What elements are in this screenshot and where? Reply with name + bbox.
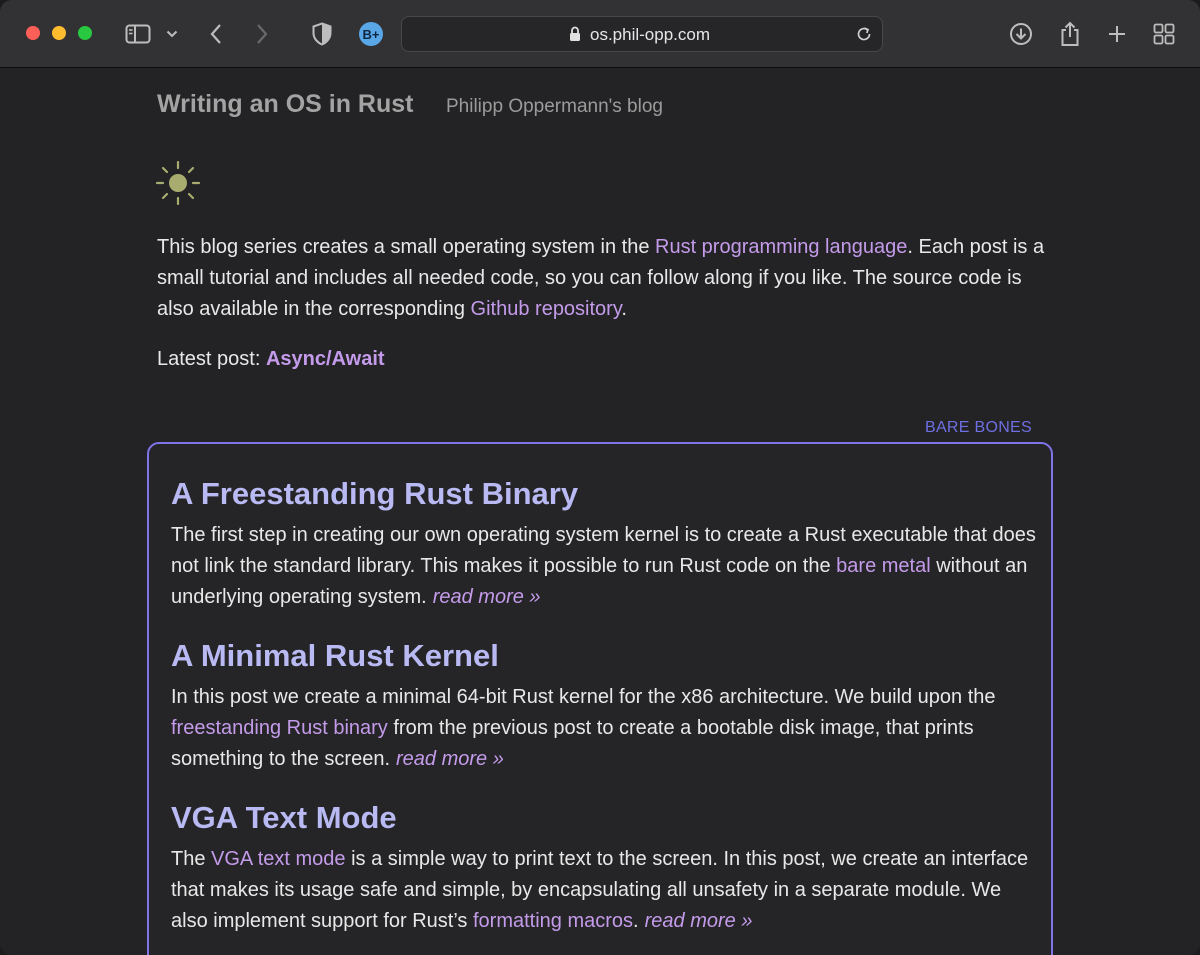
latest-post: Latest post: Async/Await (157, 348, 385, 371)
post-summary-text: The (171, 848, 212, 870)
minimize-window-button[interactable] (52, 26, 66, 40)
privacy-report-button[interactable] (306, 18, 338, 50)
post-title-link[interactable]: A Minimal Rust Kernel (171, 638, 499, 673)
post-item: VGA Text Mode The VGA text mode is a sim… (171, 798, 1036, 937)
intro-text: This blog series creates a small operati… (157, 236, 655, 258)
post-summary: The first step in creating our own opera… (171, 520, 1036, 613)
sidebar-icon (125, 24, 151, 44)
read-more-link[interactable]: read more » (433, 586, 541, 608)
web-page: Writing an OS in Rust Philipp Oppermann'… (0, 68, 1200, 955)
github-repository-link[interactable]: Github repository (471, 298, 622, 320)
post-summary-text: In this post we create a minimal 64-bit … (171, 686, 996, 708)
extension-badge-label: B+ (362, 26, 380, 42)
new-tab-button[interactable] (1101, 18, 1133, 50)
download-icon (1010, 23, 1032, 45)
post-list-box: A Freestanding Rust Binary The first ste… (147, 442, 1053, 955)
browser-window: B+ os.phil-opp.com Writing an OS in Rust… (0, 0, 1200, 955)
share-icon (1061, 21, 1079, 46)
post-summary: In this post we create a minimal 64-bit … (171, 682, 1036, 775)
tab-overview-button[interactable] (1148, 18, 1180, 50)
sidebar-menu-button[interactable] (157, 18, 187, 50)
zoom-window-button[interactable] (78, 26, 92, 40)
sidebar-toggle-button[interactable] (122, 18, 154, 50)
latest-post-label: Latest post: (157, 348, 266, 370)
rust-language-link[interactable]: Rust programming language (655, 236, 907, 258)
forward-icon (257, 24, 268, 44)
post-item: A Freestanding Rust Binary The first ste… (171, 474, 1036, 613)
extension-button[interactable]: B+ (359, 22, 383, 46)
site-subtitle: Philipp Oppermann's blog (446, 96, 663, 117)
back-icon (210, 24, 221, 44)
browser-toolbar: B+ os.phil-opp.com (0, 0, 1200, 68)
chevron-down-icon (166, 30, 178, 38)
plus-icon (1109, 26, 1125, 42)
read-more-link[interactable]: read more » (645, 910, 753, 932)
intro-paragraph: This blog series creates a small operati… (157, 232, 1052, 325)
tab-overview-icon (1153, 23, 1175, 45)
url-text: os.phil-opp.com (590, 25, 711, 44)
post-summary: The VGA text mode is a simple way to pri… (171, 844, 1036, 937)
vga-text-mode-link[interactable]: VGA text mode (211, 848, 346, 870)
post-summary-text: . (633, 910, 639, 932)
formatting-macros-link[interactable]: formatting macros (473, 910, 633, 932)
post-title-link[interactable]: A Freestanding Rust Binary (171, 476, 578, 511)
downloads-button[interactable] (1005, 18, 1037, 50)
read-more-link[interactable]: read more » (396, 748, 504, 770)
reload-icon (857, 27, 871, 41)
section-label: BARE BONES (924, 419, 1032, 436)
post-title-link[interactable]: VGA Text Mode (171, 800, 397, 835)
back-button[interactable] (200, 18, 232, 50)
bare-metal-link[interactable]: bare metal (836, 555, 931, 577)
site-title-link[interactable]: Writing an OS in Rust (157, 90, 413, 119)
close-window-button[interactable] (26, 26, 40, 40)
freestanding-binary-link[interactable]: freestanding Rust binary (171, 717, 388, 739)
reload-button[interactable] (852, 22, 876, 46)
shield-icon (312, 22, 332, 46)
latest-post-link[interactable]: Async/Await (266, 348, 385, 370)
sun-icon (155, 160, 201, 206)
forward-button[interactable] (246, 18, 278, 50)
theme-toggle-button[interactable] (155, 160, 201, 206)
post-item: A Minimal Rust Kernel In this post we cr… (171, 636, 1036, 775)
address-bar[interactable]: os.phil-opp.com (401, 16, 883, 52)
lock-icon (570, 26, 580, 41)
share-button[interactable] (1054, 18, 1086, 50)
intro-text: . (621, 298, 627, 320)
